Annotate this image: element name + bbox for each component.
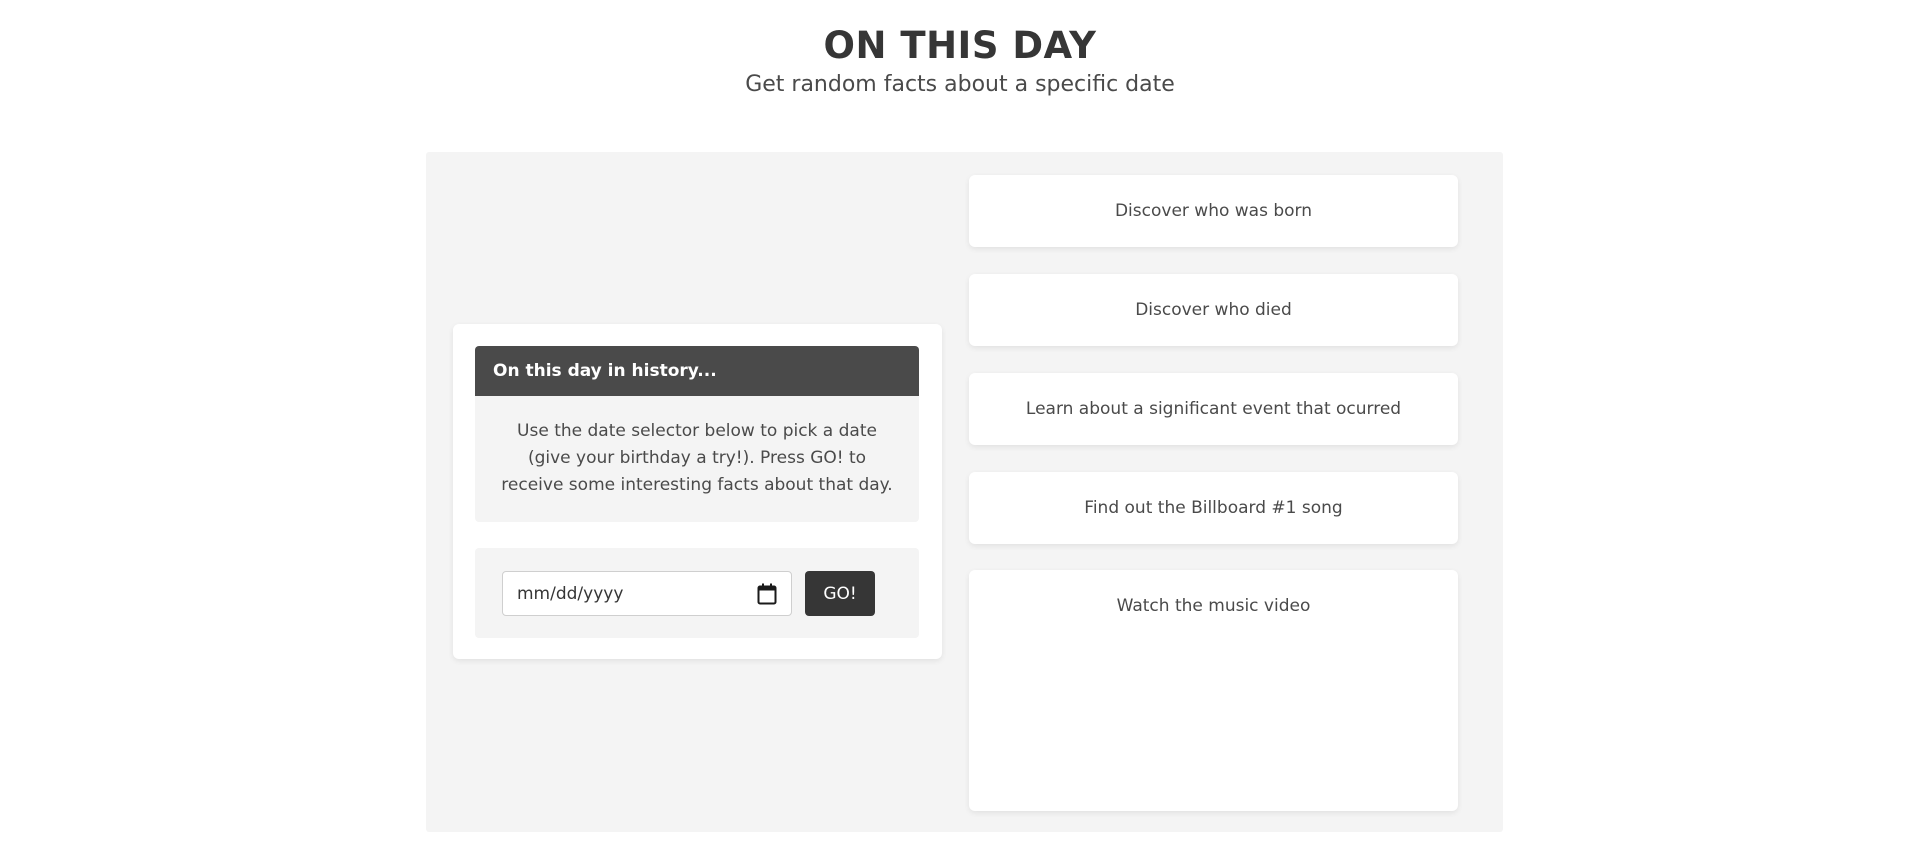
main-panel: On this day in history... Use the date s… [426,152,1503,832]
fact-born-label: Discover who was born [1114,201,1313,221]
fact-event-label: Learn about a significant event that ocu… [1025,399,1402,419]
date-input-placeholder: mm/dd/yyyy [517,583,624,604]
info-card-description: Use the date selector below to pick a da… [475,396,919,522]
page-title: ON THIS DAY [823,24,1097,67]
fact-died-label: Discover who died [1135,300,1292,320]
fact-card-video: Watch the music video [969,570,1458,811]
fact-card-born: Discover who was born [969,175,1458,247]
fact-video-label: Watch the music video [1116,596,1311,616]
date-form: mm/dd/yyyy GO! [475,548,919,638]
info-card: On this day in history... Use the date s… [453,324,942,659]
fact-card-event: Learn about a significant event that ocu… [969,373,1458,445]
fact-card-song: Find out the Billboard #1 song [969,472,1458,544]
page-subtitle: Get random facts about a specific date [745,72,1175,97]
fact-song-label: Find out the Billboard #1 song [1084,498,1343,518]
date-input[interactable]: mm/dd/yyyy [502,571,792,616]
calendar-icon[interactable] [757,583,777,605]
info-card-heading: On this day in history... [475,346,919,396]
go-button[interactable]: GO! [805,571,875,616]
fact-card-died: Discover who died [969,274,1458,346]
